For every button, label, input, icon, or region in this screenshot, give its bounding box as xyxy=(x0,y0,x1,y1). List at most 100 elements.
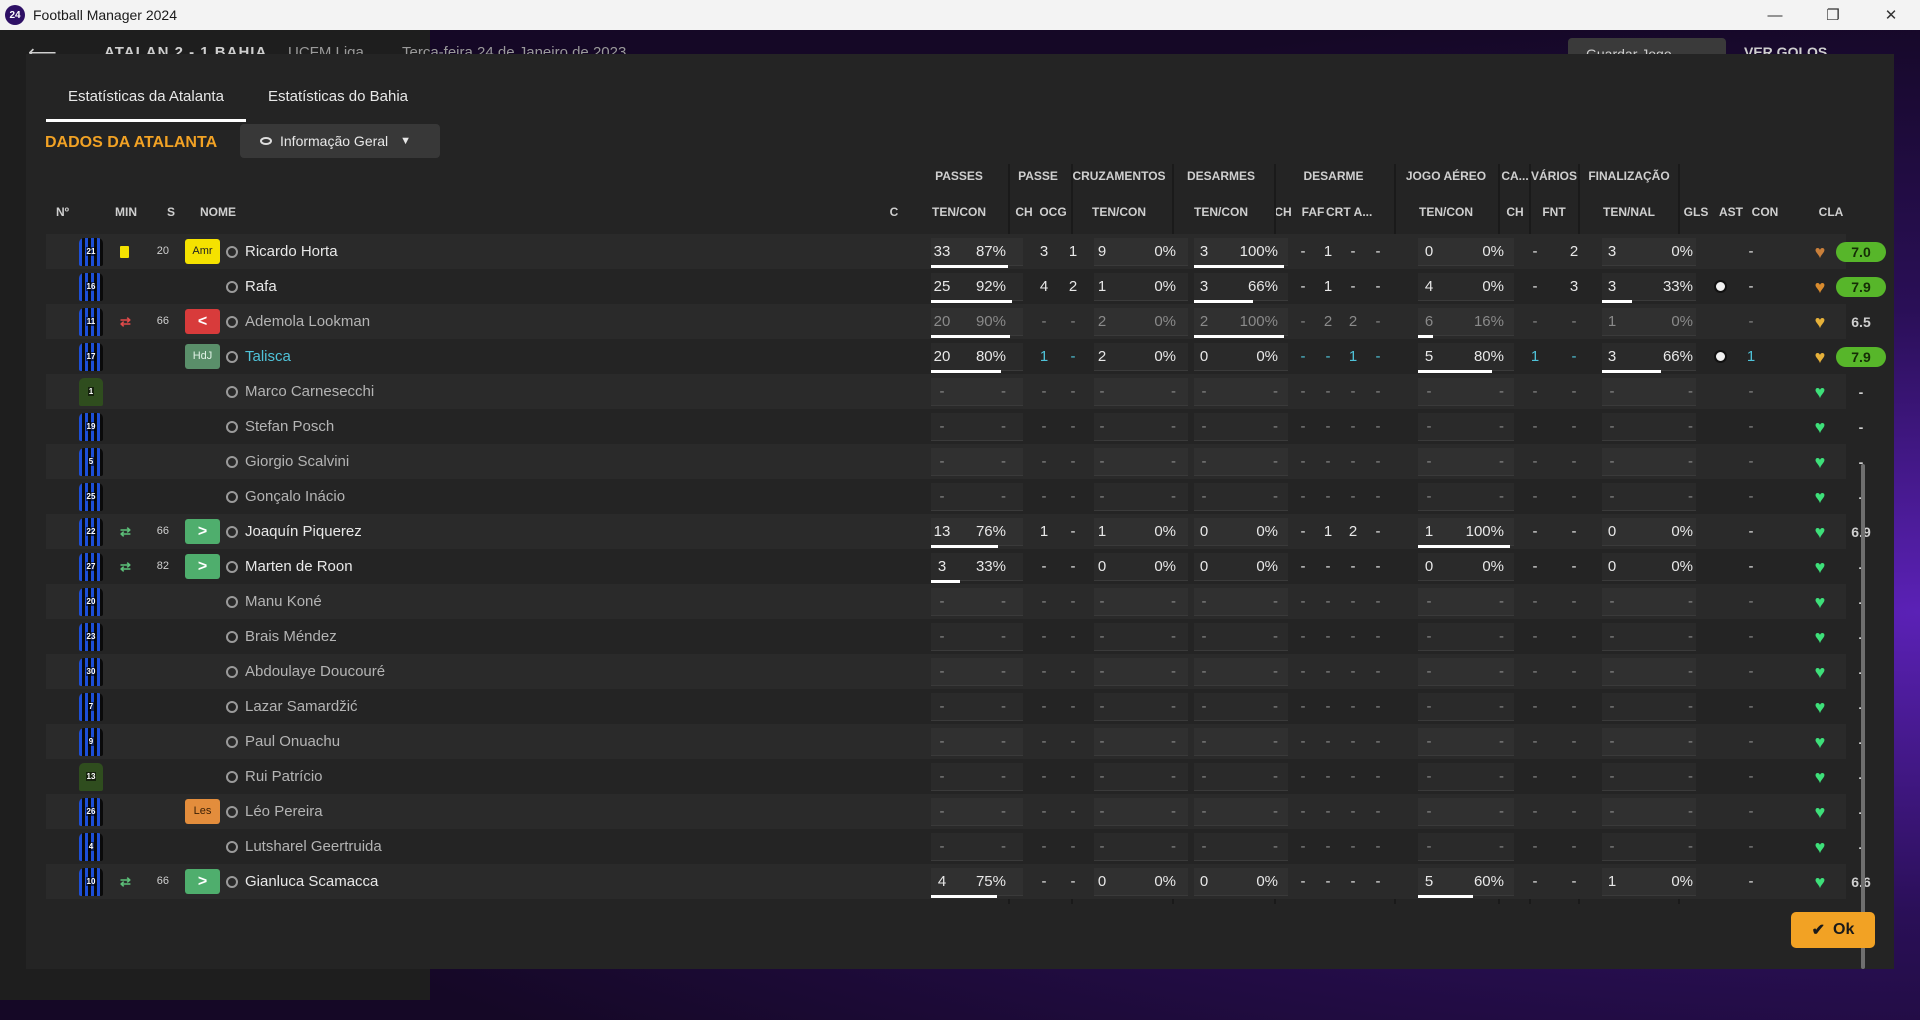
column-header[interactable]: A... xyxy=(1351,205,1375,219)
player-profile-icon[interactable] xyxy=(226,351,238,363)
column-header[interactable]: CLA xyxy=(1806,205,1856,219)
column-header[interactable]: TEN/NAL xyxy=(1579,205,1679,219)
player-profile-icon[interactable] xyxy=(226,246,238,258)
player-profile-icon[interactable] xyxy=(226,666,238,678)
shirt-number: 30 xyxy=(85,667,97,676)
player-name[interactable]: Gonçalo Inácio xyxy=(245,479,345,514)
stat-fnt: - xyxy=(1571,733,1577,750)
column-header[interactable]: FNT xyxy=(1531,205,1577,219)
column-header-name[interactable]: NOME xyxy=(200,205,260,219)
column-header[interactable]: GLS xyxy=(1681,205,1711,219)
player-profile-icon[interactable] xyxy=(226,701,238,713)
player-name[interactable]: Ricardo Horta xyxy=(245,234,338,269)
table-row[interactable]: 23Brais Méndez-------------------♥- xyxy=(46,619,1863,654)
condition-heart-icon: ♥ xyxy=(1814,347,1826,367)
player-name[interactable]: Paul Onuachu xyxy=(245,724,340,759)
player-profile-icon[interactable] xyxy=(226,456,238,468)
table-row[interactable]: 11 ⇄ 66 < Ademola Lookman 20 90% - -2 0% 2 100% -2 2-… xyxy=(46,304,1871,339)
close-icon[interactable]: ✕ xyxy=(1862,0,1920,30)
table-row[interactable]: 5 Giorgio Scalvini - - - - - - - - - - - - - - - - - - - ♥ - xyxy=(46,444,1863,479)
table-row[interactable]: 30 Abdoulaye Doucouré - - - - - - - - - - - - - - - - - - - ♥… xyxy=(46,654,1863,689)
condition-heart-icon: ♥ xyxy=(1814,522,1826,542)
restore-icon[interactable]: ❐ xyxy=(1804,0,1862,30)
ok-button[interactable]: ✔ Ok xyxy=(1791,912,1875,948)
player-name[interactable]: Gianluca Scamacca xyxy=(245,864,378,899)
player-name[interactable]: Rafa xyxy=(245,269,277,304)
player-profile-icon[interactable] xyxy=(226,316,238,328)
column-header[interactable]: CRT xyxy=(1326,205,1351,219)
player-profile-icon[interactable] xyxy=(226,491,238,503)
column-header-min[interactable]: MIN xyxy=(106,205,146,219)
column-header-no[interactable]: Nº xyxy=(50,205,75,219)
tab-bahia-stats[interactable]: Estatísticas do Bahia xyxy=(246,76,430,122)
table-row[interactable]: 4 Lutsharel Geertruida - - - - - - - - - - - - - - - - - - -… xyxy=(46,829,1863,864)
column-header[interactable]: OCG xyxy=(1038,205,1068,219)
column-header[interactable]: TEN/CON xyxy=(1069,205,1169,219)
player-profile-icon[interactable] xyxy=(226,421,238,433)
stat-ca: - xyxy=(1532,558,1538,575)
player-name[interactable]: Rui Patrício xyxy=(245,759,323,794)
player-name[interactable]: Lazar Samardžić xyxy=(245,689,358,724)
column-header[interactable]: CH xyxy=(1500,205,1530,219)
player-profile-icon[interactable] xyxy=(226,561,238,573)
column-header[interactable]: CH xyxy=(1014,205,1034,219)
player-name[interactable]: Marten de Roon xyxy=(245,549,353,584)
column-header[interactable]: TEN/CON xyxy=(1171,205,1271,219)
scrollbar[interactable] xyxy=(1861,464,1865,969)
player-profile-icon[interactable] xyxy=(226,281,238,293)
table-row[interactable]: 22 ⇄ 66 > Joaquín Piquerez 13 76% 1-1 0% 0 0% -1 2-1… xyxy=(46,514,1871,549)
stat-attempts: - xyxy=(1201,803,1207,820)
column-header[interactable]: TEN/CON xyxy=(1396,205,1496,219)
table-row[interactable]: 26LesLéo Pereira-------------------♥- xyxy=(46,794,1863,829)
player-name[interactable]: Ademola Lookman xyxy=(245,304,370,339)
tab-atalanta-stats[interactable]: Estatísticas da Atalanta xyxy=(46,76,246,122)
table-row[interactable]: 1 Marco Carnesecchi - - - - - - - - - - - - - - - - - - - ♥ - xyxy=(46,374,1863,409)
stat-attempts: 1 xyxy=(1097,278,1107,295)
condition-heart-icon: ♥ xyxy=(1814,242,1826,262)
player-profile-icon[interactable] xyxy=(226,596,238,608)
table-row[interactable]: 27 ⇄ 82 > Marten de Roon 3 33% - - 0 0% 0 0% - - - - 0 0% -… xyxy=(46,549,1863,584)
column-header[interactable]: TEN/CON xyxy=(909,205,1009,219)
table-row[interactable]: 9Paul Onuachu-------------------♥- xyxy=(46,724,1863,759)
table-row[interactable]: 21 20 Amr Ricardo Horta 33 87% 3 1 9 0% 3 100% -1- -0… xyxy=(46,234,1886,269)
column-header-s[interactable]: S xyxy=(161,205,181,219)
player-name[interactable]: Léo Pereira xyxy=(245,794,323,829)
table-row[interactable]: 19 Stefan Posch - - - - - - - - - - - - - - - - - - - ♥ - xyxy=(46,409,1863,444)
player-name[interactable]: Manu Koné xyxy=(245,584,322,619)
stat-attempts: - xyxy=(939,838,945,855)
table-row[interactable]: 13Rui Patrício-------------------♥- xyxy=(46,759,1863,794)
ok-label: Ok xyxy=(1833,921,1855,938)
player-name[interactable]: Joaquín Piquerez xyxy=(245,514,362,549)
table-row[interactable]: 16 Rafa 25 92% 4 2 1 0% 3 66% -1- -4 0% -3 3 33% - ♥ 7.9 xyxy=(46,269,1886,304)
player-profile-icon[interactable] xyxy=(226,526,238,538)
success-bar xyxy=(1194,265,1284,268)
player-profile-icon[interactable] xyxy=(226,771,238,783)
minimize-icon[interactable]: — xyxy=(1746,0,1804,30)
player-name[interactable]: Stefan Posch xyxy=(245,409,334,444)
column-header-c[interactable]: C xyxy=(884,205,904,219)
player-name[interactable]: Marco Carnesecchi xyxy=(245,374,374,409)
table-row[interactable]: 17 HdJ Talisca 20 80% 1-2 0% 0 0% - -1-5 80% 1-3 66% 1… xyxy=(46,339,1886,374)
column-header[interactable]: CON xyxy=(1750,205,1780,219)
player-name[interactable]: Abdoulaye Doucouré xyxy=(245,654,385,689)
view-select[interactable]: Informação Geral ▼ xyxy=(240,124,440,158)
stat-ch: - xyxy=(1041,663,1047,680)
table-row[interactable]: 20Manu Koné-------------------♥- xyxy=(46,584,1863,619)
player-name[interactable]: Giorgio Scalvini xyxy=(245,444,349,479)
player-profile-icon[interactable] xyxy=(226,631,238,643)
player-name[interactable]: Brais Méndez xyxy=(245,619,337,654)
player-profile-icon[interactable] xyxy=(226,841,238,853)
table-row[interactable]: 7Lazar Samardžić-------------------♥- xyxy=(46,689,1863,724)
table-row[interactable]: 10 ⇄ 66 > Gianluca Scamacca 4 75% - - 0 0% 0 0% - - - - 5… xyxy=(46,864,1871,899)
column-header[interactable]: FAF xyxy=(1301,205,1325,219)
player-name[interactable]: Talisca xyxy=(245,339,291,374)
stat-attempts: - xyxy=(1426,663,1432,680)
player-profile-icon[interactable] xyxy=(226,386,238,398)
column-header[interactable]: AST xyxy=(1716,205,1746,219)
player-name[interactable]: Lutsharel Geertruida xyxy=(245,829,382,864)
table-row[interactable]: 25Gonçalo Inácio-------------------♥- xyxy=(46,479,1863,514)
player-profile-icon[interactable] xyxy=(226,736,238,748)
player-profile-icon[interactable] xyxy=(226,806,238,818)
stat-assists: - xyxy=(1748,663,1754,680)
player-profile-icon[interactable] xyxy=(226,876,238,888)
